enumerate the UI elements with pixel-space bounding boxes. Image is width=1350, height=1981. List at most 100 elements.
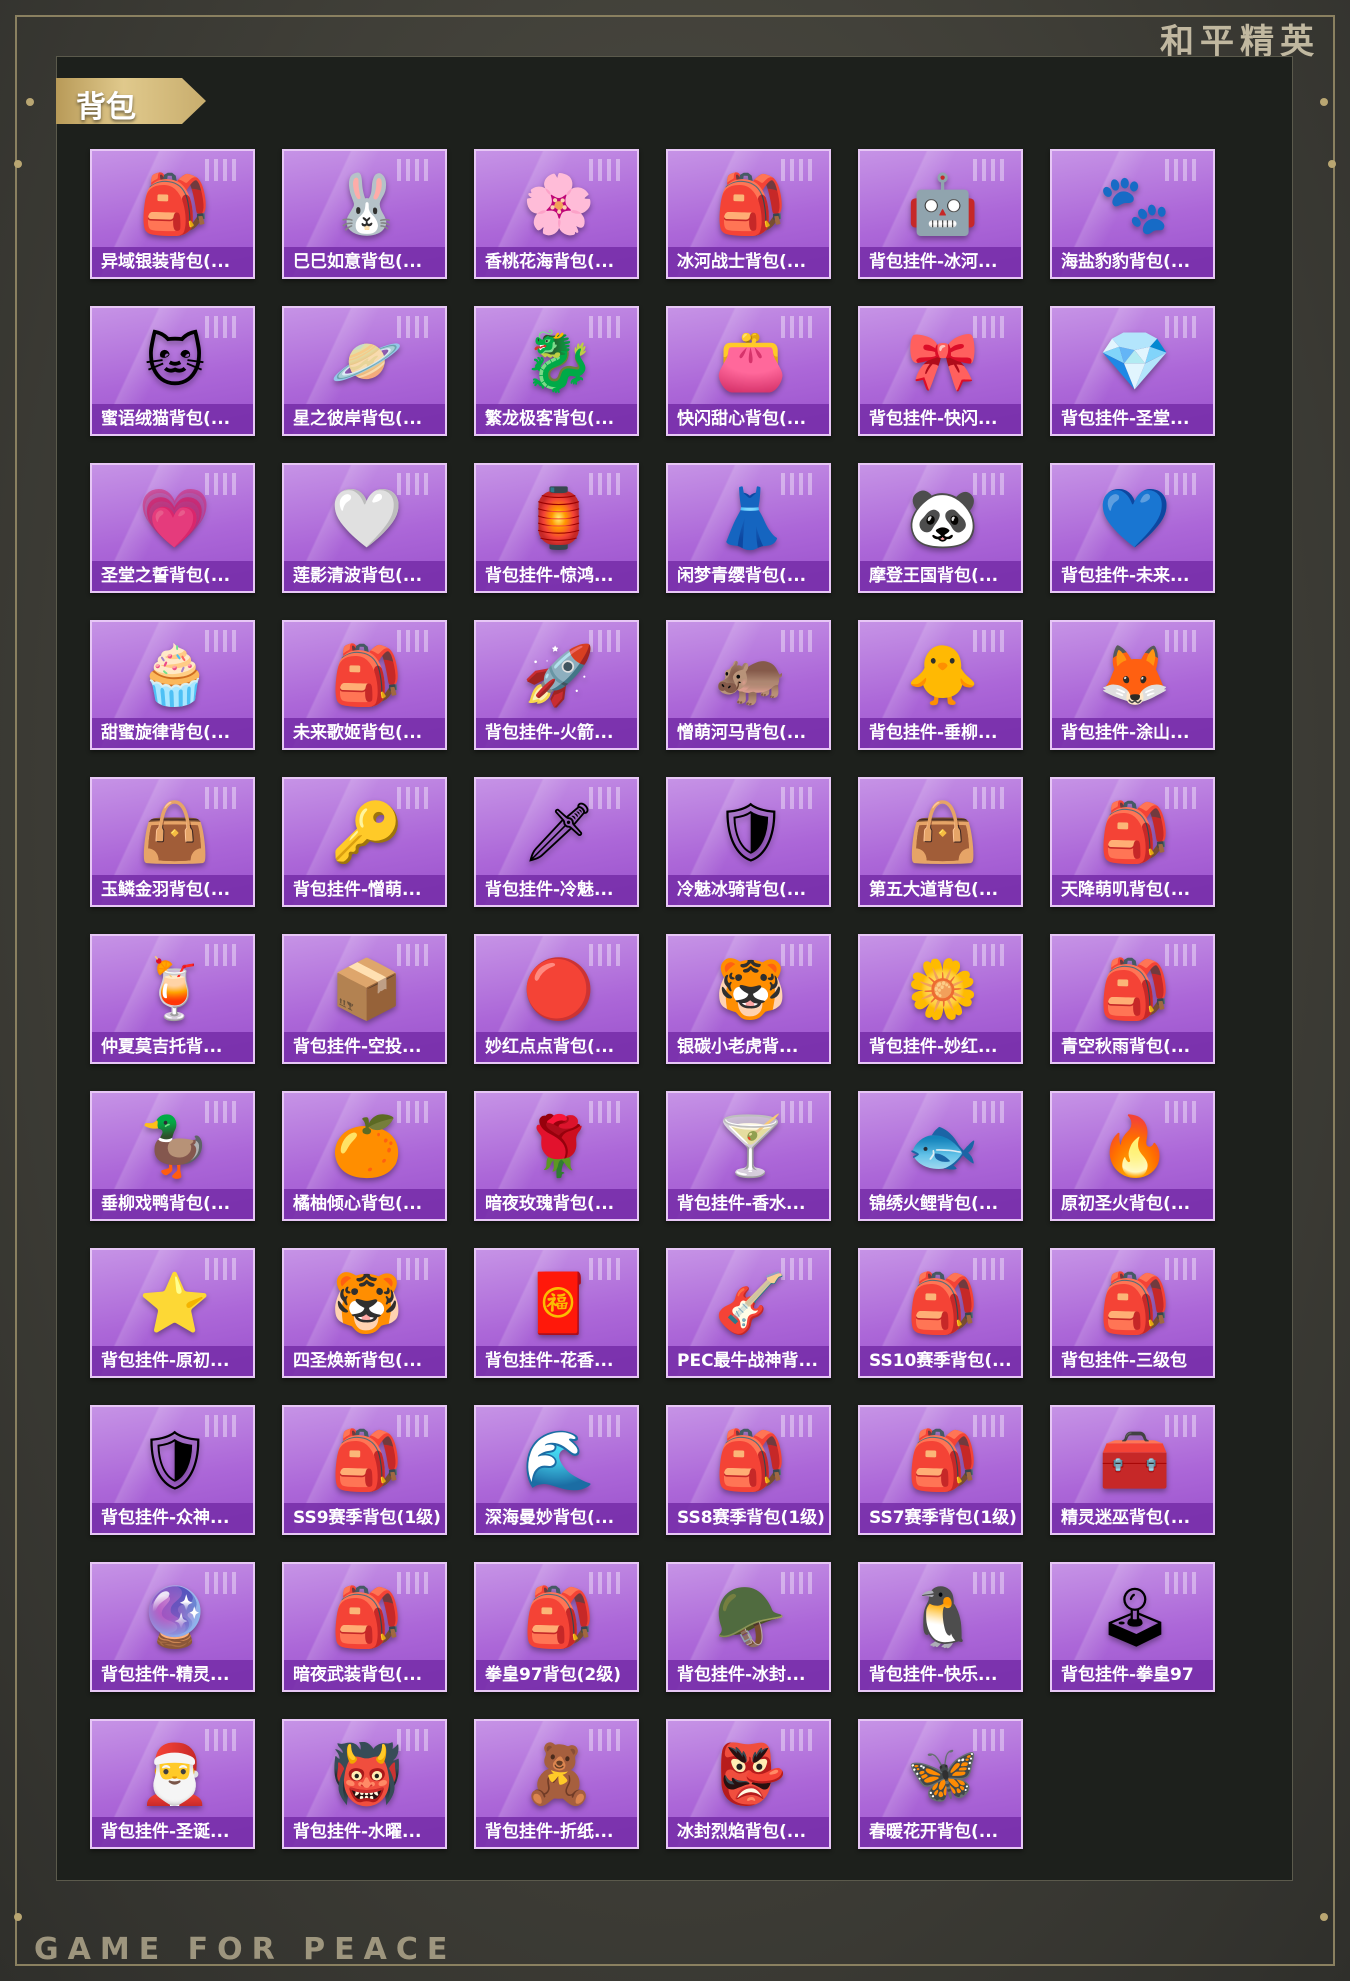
item-card[interactable]: 🤍 莲影清波背包(... [282,463,447,593]
item-label: 锦绣火鲤背包(... [860,1189,1021,1219]
backpack-icon: 🛡 [138,1426,212,1494]
item-card[interactable]: 🐱 蜜语绒猫背包(... [90,306,255,436]
item-card[interactable]: 🌼 背包挂件-妙红... [858,934,1023,1064]
footer-text: GAME FOR PEACE [34,1932,457,1967]
item-card[interactable]: 🎒 异域银装背包(... [90,149,255,279]
item-label: 玉鳞金羽背包(... [92,875,253,905]
item-card[interactable]: 🪐 星之彼岸背包(... [282,306,447,436]
item-card[interactable]: ⭐ 背包挂件-原初... [90,1248,255,1378]
item-card[interactable]: 👛 快闪甜心背包(... [666,306,831,436]
backpack-icon: 🐯 [714,955,788,1023]
backpack-icon: 🐾 [1098,170,1172,238]
item-card[interactable]: 🎒 天降萌叽背包(... [1050,777,1215,907]
item-card[interactable]: 🎒 SS7赛季背包(1级) [858,1405,1023,1535]
item-card[interactable]: 🐰 巳巳如意背包(... [282,149,447,279]
item-label: 妙红点点背包(... [476,1032,637,1062]
item-label: 圣堂之誓背包(... [92,561,253,591]
item-label: 背包挂件-憎萌... [284,875,445,905]
item-card[interactable]: 🧸 背包挂件-折纸... [474,1719,639,1849]
item-card[interactable]: 🦛 憎萌河马背包(... [666,620,831,750]
item-label: 背包挂件-未来... [1052,561,1213,591]
item-label: 银碳小老虎背... [668,1032,829,1062]
item-card[interactable]: 🎸 PEC最牛战神背... [666,1248,831,1378]
item-card[interactable]: 💙 背包挂件-未来... [1050,463,1215,593]
item-card[interactable]: 🛡 冷魅冰骑背包(... [666,777,831,907]
item-card[interactable]: 🔑 背包挂件-憎萌... [282,777,447,907]
item-card[interactable]: 🐾 海盐豹豹背包(... [1050,149,1215,279]
item-card[interactable]: 🤖 背包挂件-冰河... [858,149,1023,279]
item-card[interactable]: 🚀 背包挂件-火箭... [474,620,639,750]
item-card[interactable]: 🎒 背包挂件-三级包 [1050,1248,1215,1378]
backpack-icon: 🎒 [906,1269,980,1337]
item-card[interactable]: 🕹 背包挂件-拳皇97 [1050,1562,1215,1692]
item-card[interactable]: 🐯 四圣焕新背包(... [282,1248,447,1378]
corner-ornament [1320,1913,1328,1921]
item-card[interactable]: 🎒 SS9赛季背包(1级) [282,1405,447,1535]
item-card[interactable]: 🏮 背包挂件-惊鸿... [474,463,639,593]
backpack-icon: 👛 [714,327,788,395]
item-card[interactable]: 👗 闲梦青缨背包(... [666,463,831,593]
item-card[interactable]: 🐼 摩登王国背包(... [858,463,1023,593]
item-card[interactable]: 🔴 妙红点点背包(... [474,934,639,1064]
item-card[interactable]: 🔮 背包挂件-精灵... [90,1562,255,1692]
item-card[interactable]: 📦 背包挂件-空投... [282,934,447,1064]
item-card[interactable]: 🐉 繁龙极客背包(... [474,306,639,436]
backpack-icon: 🍊 [330,1112,404,1180]
item-card[interactable]: 🧁 甜蜜旋律背包(... [90,620,255,750]
item-card[interactable]: 🎒 冰河战士背包(... [666,149,831,279]
item-card[interactable]: 🐧 背包挂件-快乐... [858,1562,1023,1692]
item-card[interactable]: 🌊 深海曼妙背包(... [474,1405,639,1535]
backpack-icon: 🗡 [522,798,596,866]
item-card[interactable]: 🎒 未来歌姬背包(... [282,620,447,750]
backpack-icon: 🐟 [906,1112,980,1180]
item-card[interactable]: 🎅 背包挂件-圣诞... [90,1719,255,1849]
item-card[interactable]: 🎒 暗夜武装背包(... [282,1562,447,1692]
item-card[interactable]: 🐯 银碳小老虎背... [666,934,831,1064]
backpack-icon: 🎒 [330,1583,404,1651]
backpack-icon: 🦊 [1098,641,1172,709]
item-card[interactable]: 🎒 SS8赛季背包(1级) [666,1405,831,1535]
item-card[interactable]: 🎀 背包挂件-快闪... [858,306,1023,436]
item-card[interactable]: 💎 背包挂件-圣堂... [1050,306,1215,436]
item-card[interactable]: 🦊 背包挂件-涂山... [1050,620,1215,750]
item-card[interactable]: 🎒 SS10赛季背包(... [858,1248,1023,1378]
backpack-icon: 🕹 [1098,1583,1172,1651]
item-card[interactable]: 👺 冰封烈焰背包(... [666,1719,831,1849]
item-label: 背包挂件-惊鸿... [476,561,637,591]
item-card[interactable]: 🗡 背包挂件-冷魅... [474,777,639,907]
backpack-icon: 💎 [1098,327,1172,395]
item-card[interactable]: 👹 背包挂件-水曜... [282,1719,447,1849]
item-label: 巳巳如意背包(... [284,247,445,277]
item-card[interactable]: 🐟 锦绣火鲤背包(... [858,1091,1023,1221]
item-card[interactable]: 🧰 精灵迷巫背包(... [1050,1405,1215,1535]
backpack-icon: 🧁 [138,641,212,709]
item-card[interactable]: 🧧 背包挂件-花香... [474,1248,639,1378]
item-card[interactable]: 🍊 橘柚倾心背包(... [282,1091,447,1221]
item-card[interactable]: 🎒 拳皇97背包(2级) [474,1562,639,1692]
item-card[interactable]: 👜 玉鳞金羽背包(... [90,777,255,907]
item-label: 冰河战士背包(... [668,247,829,277]
item-card[interactable]: 🔥 原初圣火背包(... [1050,1091,1215,1221]
backpack-icon: 🔥 [1098,1112,1172,1180]
item-card[interactable]: 💗 圣堂之誓背包(... [90,463,255,593]
item-card[interactable]: 🐥 背包挂件-垂柳... [858,620,1023,750]
backpack-icon: 👹 [330,1740,404,1808]
backpack-icon: 🐰 [330,170,404,238]
item-card[interactable]: 🍸 背包挂件-香水... [666,1091,831,1221]
backpack-icon: 🌊 [522,1426,596,1494]
item-card[interactable]: 🦆 垂柳戏鸭背包(... [90,1091,255,1221]
item-card[interactable]: 🪖 背包挂件-冰封... [666,1562,831,1692]
backpack-icon: 🎒 [138,170,212,238]
item-card[interactable]: 🛡 背包挂件-众神... [90,1405,255,1535]
backpack-icon: 🚀 [522,641,596,709]
item-card[interactable]: 🦋 春暖花开背包(... [858,1719,1023,1849]
item-card[interactable]: 🎒 青空秋雨背包(... [1050,934,1215,1064]
item-label: 甜蜜旋律背包(... [92,718,253,748]
item-label: 憎萌河马背包(... [668,718,829,748]
item-card[interactable]: 🌸 香桃花海背包(... [474,149,639,279]
item-card[interactable]: 🍹 仲夏莫吉托背... [90,934,255,1064]
item-card[interactable]: 👜 第五大道背包(... [858,777,1023,907]
item-card[interactable]: 🌹 暗夜玫瑰背包(... [474,1091,639,1221]
item-label: 背包挂件-精灵... [92,1660,253,1690]
item-label: 背包挂件-三级包 [1052,1346,1213,1376]
